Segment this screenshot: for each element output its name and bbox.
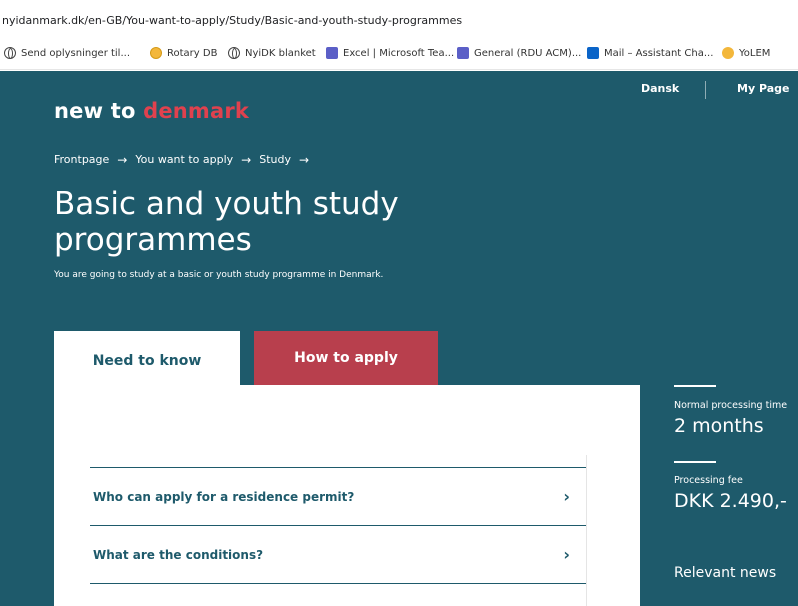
breadcrumb-arrow-icon: → xyxy=(117,153,128,167)
processing-fee-value: DKK 2.490,- xyxy=(674,490,787,512)
bookmark-rotary-db[interactable]: Rotary DB xyxy=(150,47,217,59)
bookmark-label: Excel | Microsoft Tea... xyxy=(343,47,455,59)
outlook-icon xyxy=(587,47,599,59)
sidebar-rule xyxy=(674,461,716,463)
bookmark-label: NyiDK blanket xyxy=(245,47,316,59)
teams-icon xyxy=(326,47,338,59)
rotary-icon xyxy=(150,47,162,59)
bookmark-mail-assistant[interactable]: Mail – Assistant Cha... xyxy=(587,47,713,59)
bookmark-nyidk-blanket[interactable]: NyiDK blanket xyxy=(228,47,316,59)
tab-how-to-apply[interactable]: How to apply xyxy=(254,331,438,385)
page-subtitle: You are going to study at a basic or you… xyxy=(54,270,384,280)
breadcrumb-arrow-icon: → xyxy=(241,153,252,167)
site-page: new to denmark Dansk My Page Frontpage →… xyxy=(0,71,798,606)
breadcrumb-frontpage[interactable]: Frontpage xyxy=(54,153,109,167)
tab-content-panel: Who can apply for a residence permit? › … xyxy=(54,385,640,606)
accordion-question: What are the conditions? xyxy=(93,547,264,562)
bookmark-label: YoLEM xyxy=(739,47,771,59)
logo-text-part1: new to xyxy=(54,99,144,123)
processing-time-value: 2 months xyxy=(674,415,764,437)
yolem-icon xyxy=(722,47,734,59)
processing-fee-label: Processing fee xyxy=(674,475,743,486)
page-title: Basic and youth study programmes xyxy=(54,186,399,258)
bookmark-yolem[interactable]: YoLEM xyxy=(722,47,770,59)
breadcrumb-arrow-icon: → xyxy=(298,153,310,167)
breadcrumb-study[interactable]: Study xyxy=(259,153,291,167)
bookmark-label: General (RDU ACM)... xyxy=(474,47,582,59)
accordion-item-who-can-apply[interactable]: Who can apply for a residence permit? › xyxy=(90,468,586,526)
top-divider xyxy=(705,81,706,99)
logo-text-part2: denmark xyxy=(143,99,250,123)
relevant-news-heading: Relevant news xyxy=(674,565,777,581)
globe-icon xyxy=(228,47,240,59)
tab-need-to-know[interactable]: Need to know xyxy=(54,331,240,391)
accordion-question: Who can apply for a residence permit? xyxy=(93,489,355,504)
processing-time-label: Normal processing time xyxy=(674,400,788,411)
my-page-link[interactable]: My Page xyxy=(737,82,789,95)
accordion: Who can apply for a residence permit? › … xyxy=(90,467,586,584)
breadcrumb: Frontpage → You want to apply → Study → xyxy=(54,153,309,167)
bookmark-general-rdu[interactable]: General (RDU ACM)... xyxy=(457,47,581,59)
teams-icon xyxy=(457,47,469,59)
language-link[interactable]: Dansk xyxy=(641,82,679,95)
url-text[interactable]: nyidanmark.dk/en-GB/You-want-to-apply/St… xyxy=(2,14,462,27)
chevron-right-icon: › xyxy=(563,545,570,564)
bookmark-excel-teams[interactable]: Excel | Microsoft Tea... xyxy=(326,47,454,59)
bookmark-send-oplysninger[interactable]: Send oplysninger til... xyxy=(4,47,130,59)
globe-icon xyxy=(4,47,16,59)
breadcrumb-you-want-to-apply[interactable]: You want to apply xyxy=(135,153,233,167)
content-divider xyxy=(586,455,587,606)
chevron-right-icon: › xyxy=(563,487,570,506)
sidebar-rule xyxy=(674,385,716,387)
accordion-item-conditions[interactable]: What are the conditions? › xyxy=(90,526,586,584)
site-logo[interactable]: new to denmark xyxy=(54,99,249,123)
bookmark-label: Mail – Assistant Cha... xyxy=(604,47,714,59)
bookmarks-bar: Send oplysninger til... Rotary DB NyiDK … xyxy=(0,38,798,70)
bookmark-label: Send oplysninger til... xyxy=(21,47,130,59)
bookmark-label: Rotary DB xyxy=(167,47,218,59)
address-bar[interactable]: nyidanmark.dk/en-GB/You-want-to-apply/St… xyxy=(0,0,798,38)
